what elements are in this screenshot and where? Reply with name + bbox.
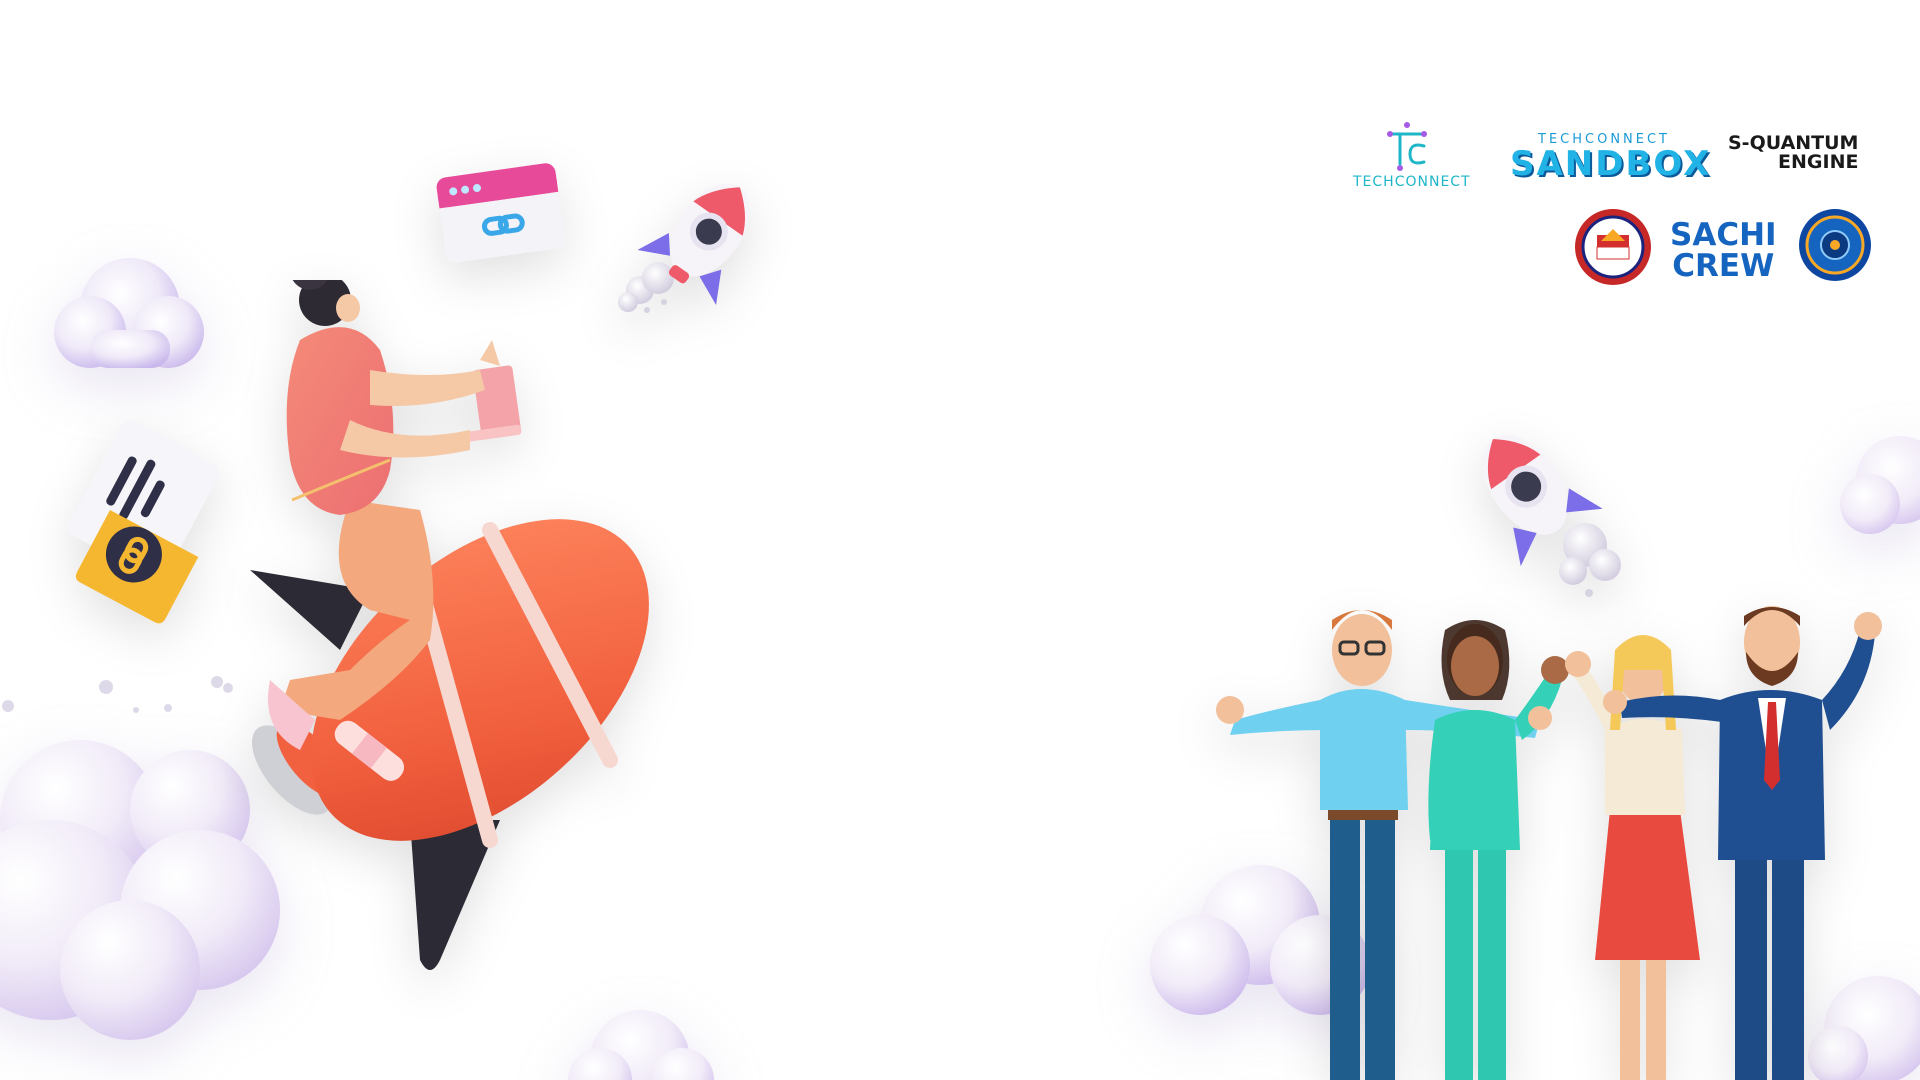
rocket-icon-right xyxy=(1482,435,1621,597)
sachi-crew-logo: SACHI CREW xyxy=(1670,220,1777,282)
team-high-five-illustration xyxy=(1216,606,1882,1080)
sachi-line2: CREW xyxy=(1672,248,1775,284)
document-link-icon xyxy=(68,420,220,624)
squantum-logo: S-QUANTUM ENGINE xyxy=(1728,134,1858,172)
sandbox-logo: SANDBOX xyxy=(1510,144,1712,184)
cloud-right-upper xyxy=(1840,436,1920,534)
faculty-seal-logo xyxy=(1799,209,1871,281)
hero-banner: TECHCONNECT TECHCONNECT SANDBOX S-QUANTU… xyxy=(0,0,1920,1080)
sachi-line1: SACHI xyxy=(1670,217,1777,253)
techconnect-logo-label: TECHCONNECT xyxy=(1353,174,1471,190)
squantum-line2: ENGINE xyxy=(1778,151,1859,173)
techconnect-logo-icon xyxy=(1387,122,1427,171)
person-2 xyxy=(1428,620,1562,1080)
rocket-rider-illustration xyxy=(250,280,649,970)
link-window-icon xyxy=(436,163,565,263)
university-seal-logo xyxy=(1575,209,1651,285)
cloud-top-left xyxy=(54,258,204,368)
cloud-bottom-small xyxy=(568,1010,714,1080)
